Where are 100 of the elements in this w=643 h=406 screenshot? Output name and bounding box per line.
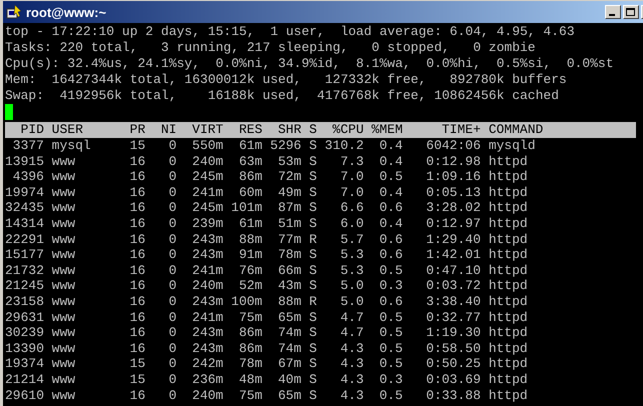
table-cell: 22291 [5, 232, 44, 248]
table-cell-text: 78m [238, 356, 262, 372]
summary-line: Tasks: 220 total, 3 running, 217 sleeping, 0 stopped, 0 zombie [5, 40, 536, 56]
table-cell: 21245 [5, 278, 44, 294]
table-cell-text: 1:19.30 [425, 325, 481, 341]
table-cell-text: httpd [488, 262, 529, 278]
table-cell-text: 77m [276, 232, 302, 248]
table-cell-text: 91m [238, 247, 262, 263]
table-cell-text: 65m [276, 388, 302, 404]
table-cell: 21732 [5, 262, 44, 278]
table-cell-text: 61m [238, 216, 262, 232]
table-cell-text: 16 [128, 216, 146, 232]
table-cell-text: 7.0 [339, 169, 364, 185]
table-cell-text: 63m [238, 154, 262, 170]
column-header: VIRT [191, 122, 224, 138]
table-cell-text: www [52, 216, 76, 232]
column-header: SHR [276, 122, 302, 138]
minimize-button[interactable] [605, 5, 621, 19]
maximize-button[interactable] [623, 5, 639, 19]
table-cell-text: www [52, 340, 76, 356]
table-cell-text: 48m [238, 372, 262, 388]
table-cell-text: 0 [168, 356, 177, 372]
minimize-icon [609, 14, 615, 16]
table-cell-text: 0:12.98 [425, 154, 481, 170]
table-cell-text: 3:38.40 [425, 294, 481, 310]
table-cell-text: 53m [276, 154, 302, 170]
table-cell-text: www [52, 262, 76, 278]
table-cell-text: 0.3 [378, 372, 403, 388]
table-cell-text: 16 [128, 388, 146, 404]
table-cell-text: 0.5 [378, 325, 403, 341]
table-cell-text: 0:50.25 [425, 356, 481, 372]
table-cell-text: 0 [168, 340, 177, 356]
table-cell-text: 16 [128, 247, 146, 263]
table-cell-text: 0.5 [378, 356, 403, 372]
table-cell: R [309, 232, 317, 248]
table-cell-text: 72m [276, 169, 302, 185]
table-cell-text: 5.3 [339, 247, 364, 263]
column-header: TIME+ [440, 122, 481, 138]
table-cell-text: 0 [168, 278, 177, 294]
table-cell-text: 0.5 [378, 310, 403, 326]
table-cell-text: 0.6 [378, 232, 403, 248]
table-cell: 15177 [5, 247, 44, 263]
table-cell-text: httpd [488, 388, 529, 404]
table-cell-text: 0.5 [378, 262, 403, 278]
table-cell-text: 0 [168, 310, 177, 326]
table-cell-text: 43m [276, 278, 302, 294]
summary-line: Swap: 4192956k total, 16188k used, 4176768k free, 10862456k cached [5, 88, 560, 104]
table-cell-text: 66m [276, 262, 302, 278]
table-cell-text: 51m [276, 216, 302, 232]
table-cell: 13915 [5, 154, 44, 170]
table-cell-text: 88m [276, 294, 302, 310]
table-cell-text: www [52, 310, 76, 326]
column-header: PID [20, 122, 44, 138]
table-cell-text: 16 [128, 169, 146, 185]
table-cell-text: 0:47.10 [425, 262, 481, 278]
table-cell: 29610 [5, 388, 44, 404]
table-cell-text: httpd [488, 184, 529, 200]
table-cell-text: www [52, 372, 76, 388]
table-cell-text: www [52, 200, 76, 216]
table-cell: 29631 [5, 310, 44, 326]
table-cell-text: 0.6 [378, 247, 403, 263]
table-cell-text: 65m [276, 310, 302, 326]
table-cell-text: 75m [238, 388, 262, 404]
table-cell: S [309, 184, 317, 200]
table-cell-text: www [52, 169, 76, 185]
table-cell-text: 5.7 [339, 232, 364, 248]
table-cell-text: 16 [128, 262, 146, 278]
table-cell-text: 4.7 [339, 310, 364, 326]
table-cell: 14314 [5, 216, 44, 232]
table-cell-text: 101m [230, 200, 262, 216]
table-cell-text: 16 [128, 278, 146, 294]
table-cell-text: 0 [168, 169, 177, 185]
table-cell-text: 16 [128, 232, 146, 248]
table-cell-text: 16 [128, 294, 146, 310]
table-cell-text: mysqld [488, 138, 536, 154]
table-cell-text: www [52, 294, 76, 310]
table-cell: S [309, 310, 317, 326]
table-cell: 19374 [5, 356, 44, 372]
table-cell-text: httpd [488, 310, 529, 326]
table-cell-text: 16 [128, 325, 146, 341]
table-cell: S [309, 154, 317, 170]
table-cell-text: 0 [168, 138, 177, 154]
table-cell-text: 4.3 [339, 388, 364, 404]
summary-line: top - 17:22:10 up 2 days, 15:15, 1 user, load average: 6.04, 4.95, 4.63 [5, 24, 576, 40]
table-cell-text: 0.5 [378, 340, 403, 356]
table-cell-text: 0:03.69 [425, 372, 481, 388]
table-cell-text: www [52, 325, 76, 341]
column-header: %CPU [332, 122, 364, 138]
table-cell-text: 0 [168, 262, 177, 278]
table-cell-text: 243m [191, 294, 224, 310]
table-cell-text: 241m [191, 262, 224, 278]
column-header: %MEM [370, 122, 403, 138]
table-cell: S [309, 325, 317, 341]
table-cell-text: 0.4 [378, 154, 403, 170]
table-cell-text: 240m [191, 388, 224, 404]
table-cell-text: 6042:06 [425, 138, 481, 154]
table-cell: S [309, 169, 317, 185]
table-cell-text: 0 [168, 216, 177, 232]
table-cell-text: 3:28.02 [425, 200, 481, 216]
table-cell-text: www [52, 278, 76, 294]
